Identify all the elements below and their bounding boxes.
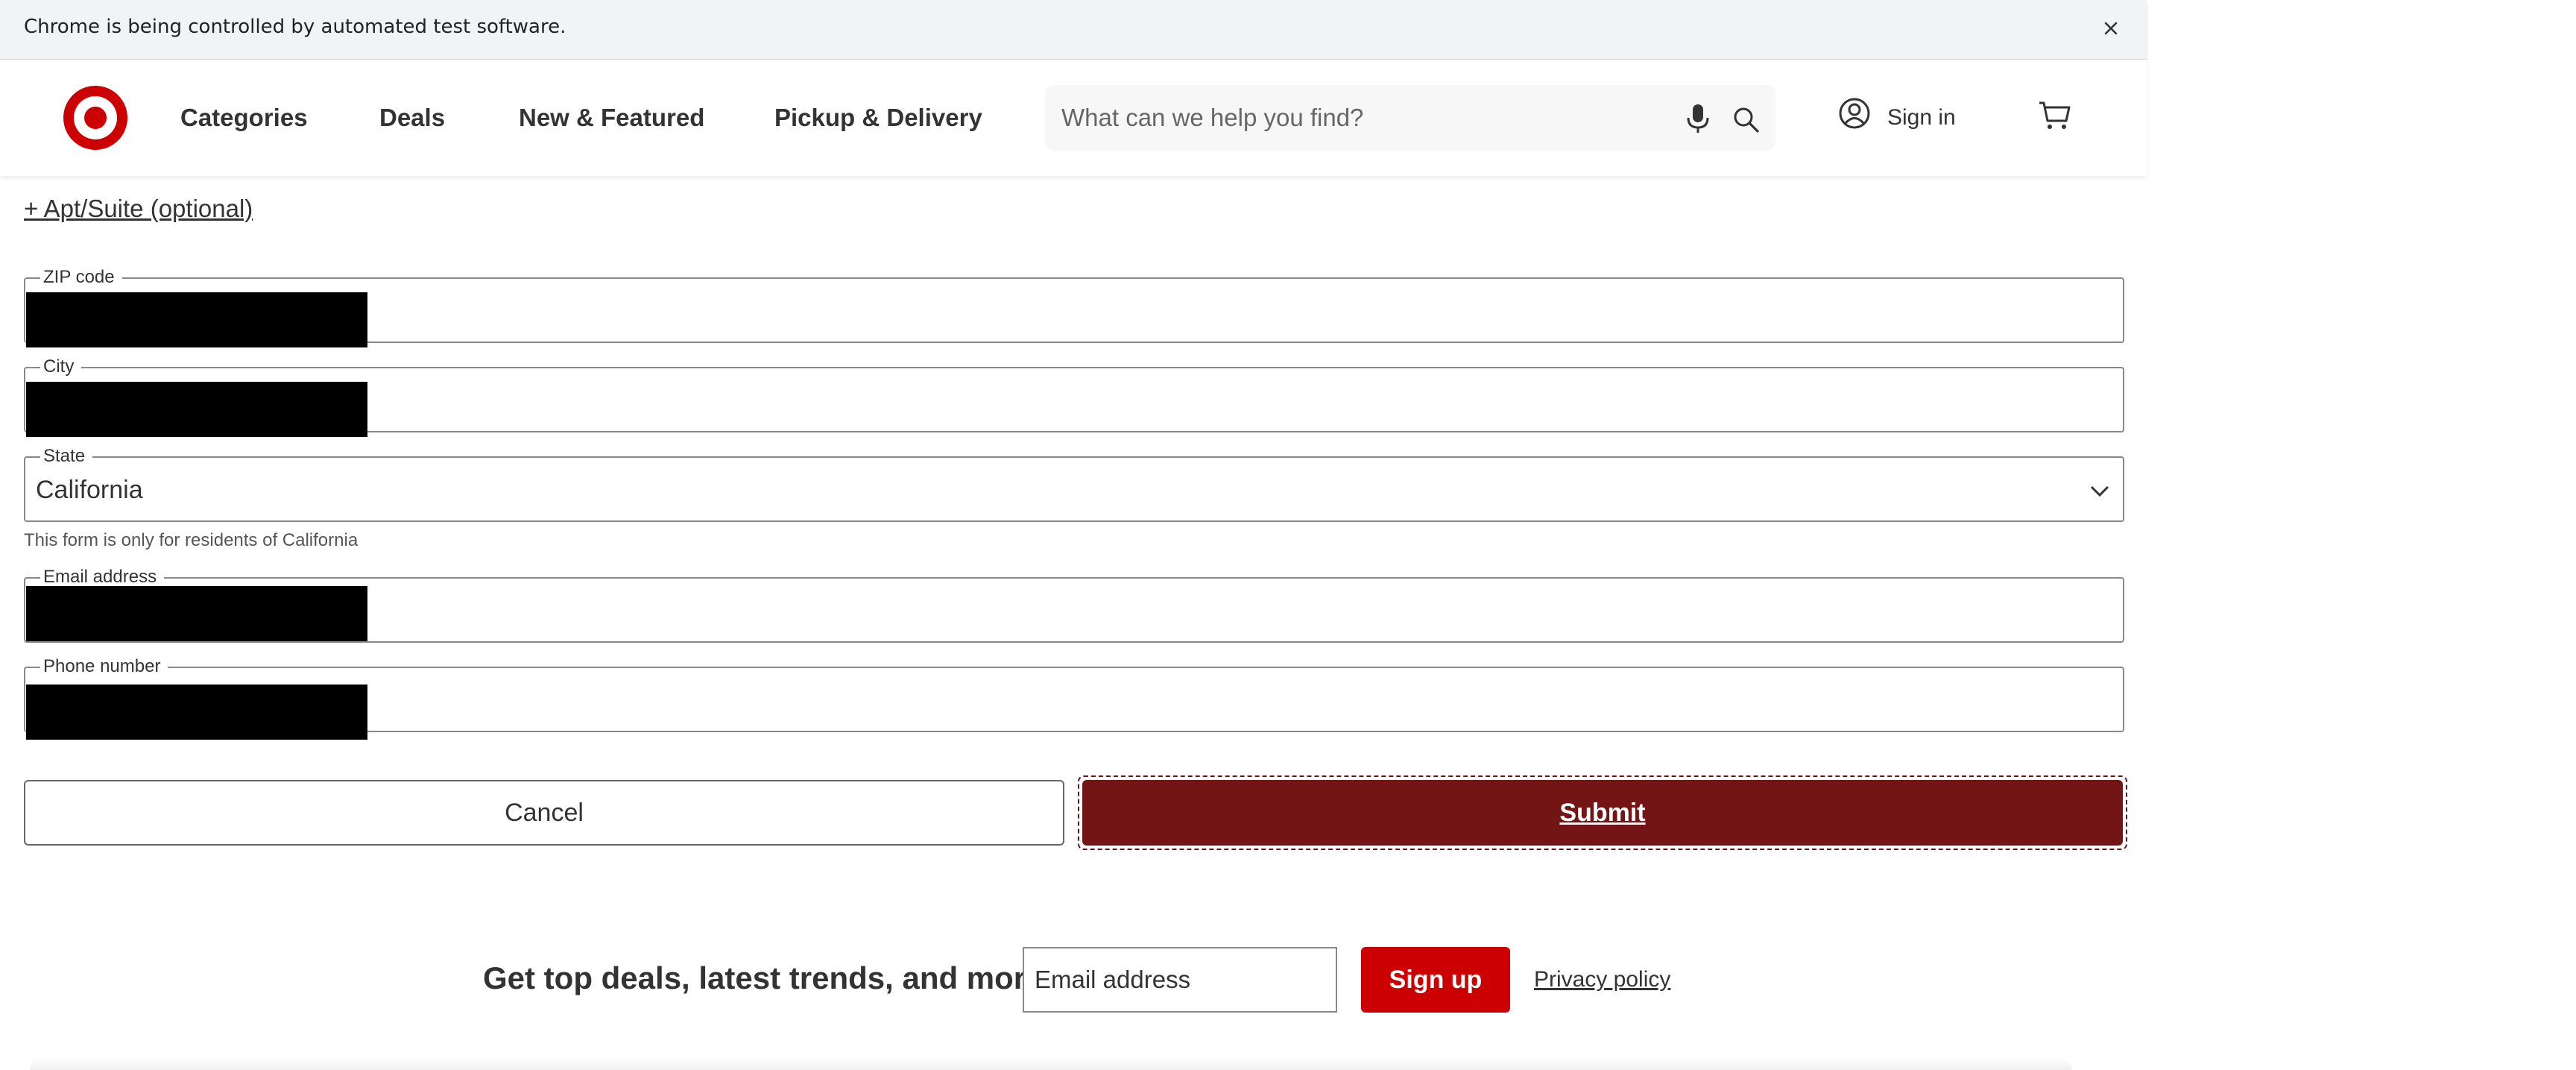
redacted-value bbox=[26, 382, 367, 437]
phone-label: Phone number bbox=[40, 656, 168, 677]
privacy-policy-link[interactable]: Privacy policy bbox=[1534, 965, 1670, 995]
microphone-icon[interactable] bbox=[1683, 103, 1713, 134]
state-helper-text: This form is only for residents of Calif… bbox=[24, 530, 359, 550]
user-account-icon[interactable] bbox=[1838, 97, 1871, 130]
cart-icon[interactable] bbox=[2038, 98, 2071, 131]
nav-deals[interactable]: Deals bbox=[379, 101, 445, 134]
redacted-value bbox=[26, 685, 367, 740]
state-selected-value: California bbox=[36, 476, 143, 504]
search-input[interactable] bbox=[1061, 95, 1643, 140]
sign-up-button[interactable]: Sign up bbox=[1361, 947, 1510, 1013]
redacted-value bbox=[26, 292, 367, 347]
city-field[interactable]: City bbox=[24, 356, 2124, 437]
nav-categories[interactable]: Categories bbox=[180, 101, 308, 134]
zip-code-label: ZIP code bbox=[40, 267, 122, 288]
close-icon[interactable] bbox=[2099, 16, 2123, 40]
phone-field[interactable]: Phone number bbox=[24, 656, 2124, 740]
nav-pickup-delivery[interactable]: Pickup & Delivery bbox=[774, 101, 982, 134]
redacted-value bbox=[26, 586, 367, 641]
cancel-button[interactable]: Cancel bbox=[24, 780, 1064, 846]
zip-code-field[interactable]: ZIP code bbox=[24, 267, 2124, 347]
sign-in-link[interactable]: Sign in bbox=[1887, 101, 1956, 134]
state-label: State bbox=[40, 446, 93, 467]
infobar-message: Chrome is being controlled by automated … bbox=[24, 16, 566, 38]
chevron-down-icon bbox=[2090, 485, 2109, 497]
newsletter-email-input[interactable] bbox=[1023, 947, 1337, 1013]
search-bar bbox=[1045, 85, 1775, 151]
add-apt-suite-link[interactable]: + Apt/Suite (optional) bbox=[24, 192, 253, 225]
email-field[interactable]: Email address bbox=[24, 567, 2124, 643]
newsletter-headline: Get top deals, latest trends, and more. bbox=[483, 960, 1052, 995]
site-header: Categories Deals New & Featured Pickup &… bbox=[0, 60, 2147, 176]
submit-focus-ring: Submit bbox=[1078, 775, 2127, 850]
state-select[interactable]: State California bbox=[24, 446, 2124, 522]
city-label: City bbox=[40, 356, 82, 377]
automation-infobar: Chrome is being controlled by automated … bbox=[0, 0, 2147, 60]
search-icon[interactable] bbox=[1731, 104, 1761, 134]
footer-edge bbox=[30, 1057, 2072, 1070]
email-label: Email address bbox=[40, 567, 165, 588]
nav-new-featured[interactable]: New & Featured bbox=[519, 101, 704, 134]
target-logo-icon[interactable] bbox=[63, 85, 128, 151]
submit-button[interactable]: Submit bbox=[1082, 780, 2123, 846]
